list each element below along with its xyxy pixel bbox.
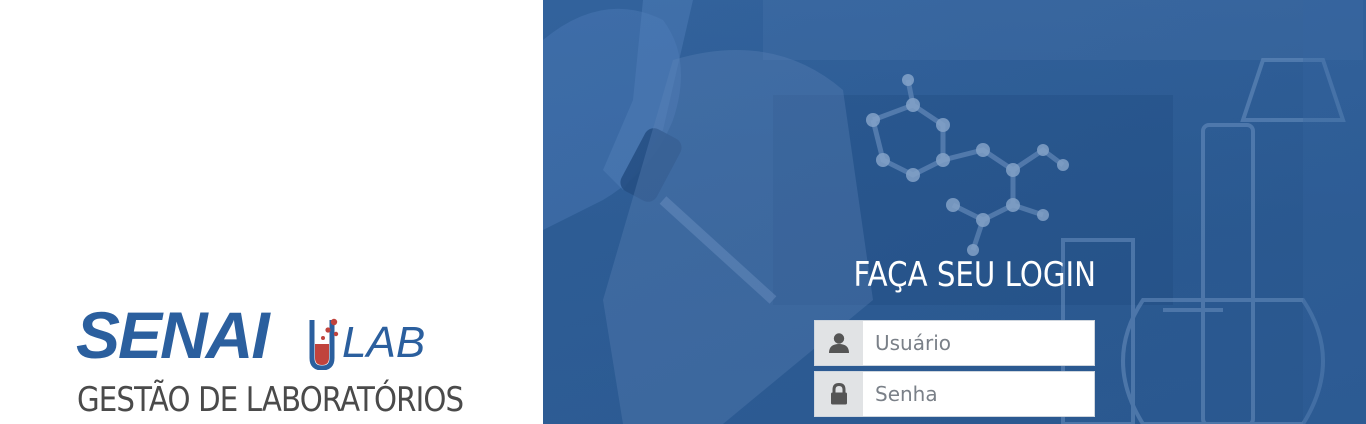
- username-input[interactable]: [863, 321, 1094, 365]
- brand-panel: SENAI LAB GESTÃO DE LABORATÓRIOS: [0, 0, 543, 424]
- password-input[interactable]: [863, 372, 1094, 416]
- logo-senai-text: SENAI: [76, 298, 270, 372]
- login-title: FAÇA SEU LOGIN: [853, 255, 1097, 295]
- user-icon: [815, 321, 863, 365]
- logo-lab-text: LAB: [342, 318, 426, 367]
- username-field[interactable]: [814, 320, 1095, 366]
- brand-tagline: GESTÃO DE LABORATÓRIOS: [77, 380, 464, 420]
- password-field[interactable]: [814, 371, 1095, 417]
- lock-icon: [815, 372, 863, 416]
- test-tube-icon: [309, 318, 339, 370]
- senai-lab-logo: SENAI LAB: [76, 300, 446, 370]
